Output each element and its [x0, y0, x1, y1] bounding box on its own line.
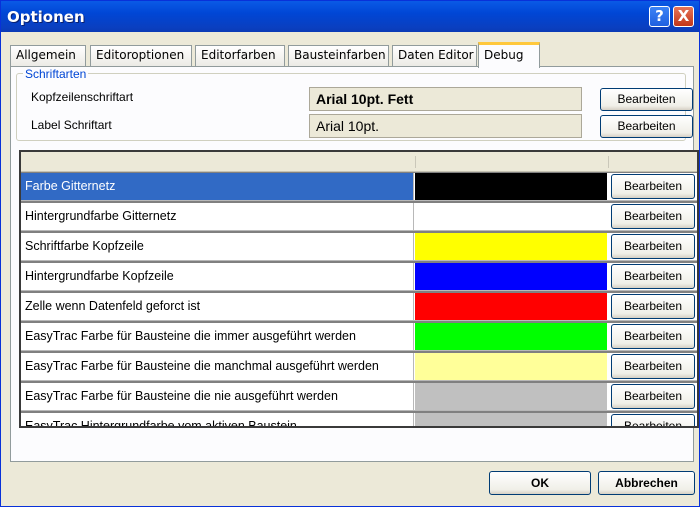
column-separator: [608, 156, 609, 168]
edit-header-font-button[interactable]: Bearbeiten: [600, 88, 693, 111]
edit-color-button[interactable]: Bearbeiten: [611, 174, 695, 199]
color-swatch[interactable]: [415, 413, 607, 426]
fonts-group-title: Schriftarten: [23, 67, 89, 81]
color-row-name: Zelle wenn Datenfeld geforct ist: [21, 293, 414, 320]
help-button[interactable]: ?: [649, 6, 670, 27]
color-row-name: EasyTrac Hintergrundfarbe vom aktiven Ba…: [21, 413, 414, 426]
color-swatch[interactable]: [415, 233, 607, 260]
header-font-label: Kopfzeilenschriftart: [31, 90, 134, 104]
close-button[interactable]: X: [673, 6, 694, 27]
edit-color-button[interactable]: Bearbeiten: [611, 294, 695, 319]
header-font-value: Arial 10pt. Fett: [309, 87, 582, 111]
tab-editorfarben[interactable]: Editorfarben: [195, 45, 285, 66]
color-row-name: Hintergrundfarbe Gitternetz: [21, 203, 414, 230]
color-swatch[interactable]: [415, 203, 607, 230]
edit-color-button[interactable]: Bearbeiten: [611, 414, 695, 426]
color-swatch[interactable]: [415, 293, 607, 320]
color-row[interactable]: Hintergrundfarbe Kopfzeile Bearbeiten: [21, 263, 697, 291]
grid-header: [21, 152, 697, 172]
column-separator: [415, 156, 416, 168]
color-row[interactable]: Farbe Gitternetz Bearbeiten: [21, 173, 697, 201]
color-row-name: Schriftfarbe Kopfzeile: [21, 233, 414, 260]
edit-color-button[interactable]: Bearbeiten: [611, 264, 695, 289]
tab-daten-editor[interactable]: Daten Editor: [392, 45, 477, 66]
tab-allgemein[interactable]: Allgemein: [10, 45, 86, 66]
color-row-name: EasyTrac Farbe für Bausteine die nie aus…: [21, 383, 414, 410]
color-row[interactable]: EasyTrac Farbe für Bausteine die nie aus…: [21, 383, 697, 411]
edit-color-button[interactable]: Bearbeiten: [611, 354, 695, 379]
color-row[interactable]: EasyTrac Farbe für Bausteine die manchma…: [21, 353, 697, 381]
color-row-name: Farbe Gitternetz: [21, 173, 414, 200]
label-font-value: Arial 10pt.: [309, 114, 582, 138]
color-row[interactable]: EasyTrac Farbe für Bausteine die immer a…: [21, 323, 697, 351]
edit-color-button[interactable]: Bearbeiten: [611, 204, 695, 229]
tab-bausteinfarben[interactable]: Bausteinfarben: [288, 45, 389, 66]
tab-editoroptionen[interactable]: Editoroptionen: [90, 45, 192, 66]
color-row[interactable]: Zelle wenn Datenfeld geforct ist Bearbeit…: [21, 293, 697, 321]
color-swatch[interactable]: [415, 353, 607, 380]
color-swatch[interactable]: [415, 323, 607, 350]
color-swatch[interactable]: [415, 383, 607, 410]
color-row[interactable]: EasyTrac Hintergrundfarbe vom aktiven Ba…: [21, 413, 697, 426]
window-title: Optionen: [7, 8, 85, 26]
label-font-label: Label Schriftart: [31, 118, 112, 132]
edit-color-button[interactable]: Bearbeiten: [611, 324, 695, 349]
color-swatch[interactable]: [415, 173, 607, 200]
edit-color-button[interactable]: Bearbeiten: [611, 234, 695, 259]
options-dialog: Optionen ? X Allgemein Editoroptionen Ed…: [0, 0, 700, 507]
edit-label-font-button[interactable]: Bearbeiten: [600, 115, 693, 138]
ok-button[interactable]: OK: [489, 471, 591, 495]
title-bar[interactable]: Optionen ? X: [1, 1, 699, 32]
color-grid[interactable]: Farbe Gitternetz Bearbeiten Hintergrundfar…: [19, 150, 699, 428]
tab-debug[interactable]: Debug: [478, 42, 540, 68]
cancel-button[interactable]: Abbrechen: [598, 471, 695, 495]
color-row[interactable]: Schriftfarbe Kopfzeile Bearbeiten: [21, 233, 697, 261]
color-row-name: Hintergrundfarbe Kopfzeile: [21, 263, 414, 290]
edit-color-button[interactable]: Bearbeiten: [611, 384, 695, 409]
color-row[interactable]: Hintergrundfarbe Gitternetz Bearbeiten: [21, 203, 697, 231]
color-swatch[interactable]: [415, 263, 607, 290]
color-row-name: EasyTrac Farbe für Bausteine die immer a…: [21, 323, 414, 350]
color-row-name: EasyTrac Farbe für Bausteine die manchma…: [21, 353, 414, 380]
